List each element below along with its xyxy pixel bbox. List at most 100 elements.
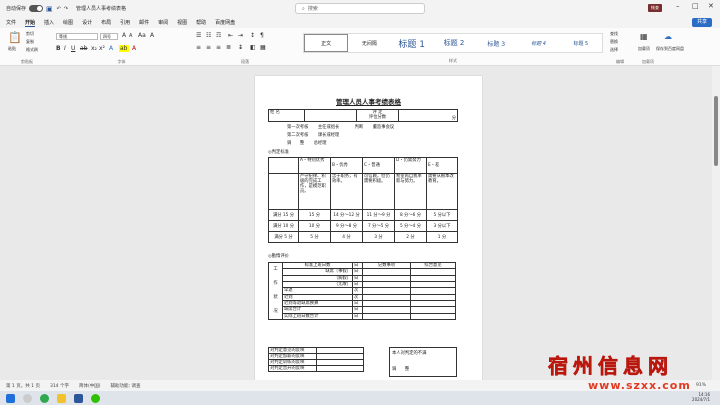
menu-draw[interactable]: 绘图 <box>63 19 73 26</box>
accessibility-status[interactable]: 辅助功能: 调查 <box>111 383 141 389</box>
feedback-value[interactable] <box>316 365 364 372</box>
borders-icon[interactable]: ▦ <box>260 44 266 51</box>
user-badge[interactable]: 帐查 <box>648 4 662 12</box>
shading-icon[interactable]: ◧ <box>250 44 256 51</box>
paste-label[interactable]: 粘贴 <box>8 46 16 52</box>
menu-home[interactable]: 开始 <box>25 19 36 27</box>
menu-layout[interactable]: 布局 <box>101 19 111 26</box>
work-heading: ◎勤惰评价 <box>268 254 289 259</box>
change-case-icon[interactable]: Aa <box>138 32 146 39</box>
subscript-icon[interactable]: x₂ <box>91 45 97 52</box>
score-cell: 5 分～4 分 <box>394 220 427 232</box>
system-clock[interactable]: 14:16 2024/7/1 <box>692 392 710 402</box>
paste-icon[interactable]: 📋 <box>8 31 22 44</box>
menu-mailings[interactable]: 邮件 <box>139 19 149 26</box>
header-table: 姓 名 评 定评位分数 分 <box>268 109 458 122</box>
cut-button[interactable]: 剪切 <box>26 31 34 37</box>
autosave-toggle[interactable] <box>29 5 44 12</box>
reviewer-2-a: 第二次考核 <box>287 133 309 138</box>
style-heading-4[interactable]: 标题 4 <box>517 34 559 52</box>
save-icon[interactable]: ▣ <box>46 5 53 13</box>
redo-icon[interactable]: ↷ <box>64 6 68 12</box>
style-heading-5[interactable]: 标题 5 <box>560 34 602 52</box>
italic-icon[interactable]: I <box>64 45 66 52</box>
style-no-spacing[interactable]: 无间隔 <box>348 34 390 52</box>
align-center-icon[interactable]: ≡ <box>206 44 211 51</box>
addins-icon[interactable]: ▦ <box>640 32 648 41</box>
show-marks-icon[interactable]: ¶ <box>260 32 264 39</box>
name-value-cell[interactable] <box>304 109 357 122</box>
line-spacing-icon[interactable]: ↨ <box>238 44 243 51</box>
explorer-icon[interactable] <box>57 393 66 403</box>
highlight-icon[interactable]: ab <box>119 45 129 52</box>
style-heading-3[interactable]: 标题 3 <box>475 34 517 52</box>
copy-button[interactable]: 复制 <box>26 39 34 45</box>
word-window: 自动保存 ▣ ↶ ↷ 管理人员人事考绩表格 ⌕ 搜索 帐查 – □ ✕ 文件 开… <box>0 0 720 405</box>
strikethrough-icon[interactable]: ab <box>80 45 88 52</box>
minimize-icon[interactable]: – <box>676 2 680 10</box>
sort-icon[interactable]: ↕ <box>250 32 255 39</box>
feedback-table: 对判定意见的反映 对判定加薪的反映 对判定训练的反映 对判定晋升的反映 <box>268 347 364 372</box>
menu-file[interactable]: 文件 <box>6 19 16 26</box>
align-left-icon[interactable]: ≡ <box>196 44 201 51</box>
font-name-select[interactable]: 等线 <box>56 33 98 40</box>
addins-group: ▦ 加载项 ☁ 保存到百度网盘 加载项 <box>636 28 696 66</box>
font-color-icon[interactable]: A <box>132 45 136 52</box>
menu-insert[interactable]: 插入 <box>44 19 54 26</box>
document-title[interactable]: 管理人员人事考绩表格 <box>76 5 126 12</box>
addins-button[interactable]: 加载项 <box>638 46 650 52</box>
increase-indent-icon[interactable]: ⇥ <box>238 32 243 39</box>
document-page[interactable]: 管理人员人事考绩表格 姓 名 评 定评位分数 分 第一次考核 主任或组长 判断 … <box>255 76 482 380</box>
font-size-select[interactable]: 四号 <box>100 33 118 40</box>
style-heading-2[interactable]: 标题 2 <box>433 34 475 52</box>
search-task-icon[interactable] <box>23 393 32 403</box>
superscript-icon[interactable]: x² <box>99 45 105 52</box>
menu-review[interactable]: 审阅 <box>158 19 168 26</box>
bold-icon[interactable]: B <box>56 45 61 52</box>
addins-group-label: 加载项 <box>642 59 654 64</box>
baidu-save-icon[interactable]: ☁ <box>664 32 672 41</box>
word-app-icon[interactable] <box>74 393 83 403</box>
work-row-opinion[interactable] <box>410 312 456 321</box>
baidu-save-button[interactable]: 保存到百度网盘 <box>656 46 692 51</box>
browser-icon[interactable] <box>40 393 49 403</box>
find-button[interactable]: 查找 <box>610 31 618 37</box>
maximize-icon[interactable]: □ <box>692 2 699 10</box>
decrease-indent-icon[interactable]: ⇤ <box>228 32 233 39</box>
format-painter-button[interactable]: 格式刷 <box>26 47 38 53</box>
align-right-icon[interactable]: ≡ <box>216 44 221 51</box>
menu-view[interactable]: 视图 <box>177 19 187 26</box>
page-count[interactable]: 第 1 页，共 1 页 <box>6 383 40 389</box>
grow-font-icon[interactable]: A <box>122 32 126 39</box>
menu-help[interactable]: 帮助 <box>196 19 206 26</box>
wechat-icon[interactable] <box>91 393 100 403</box>
justify-icon[interactable]: ≣ <box>226 44 231 51</box>
word-count[interactable]: 314 个字 <box>50 383 69 389</box>
select-button[interactable]: 选择 <box>610 47 618 53</box>
styles-gallery: 正文 无间隔 标题 1 标题 2 标题 3 标题 4 标题 5 <box>303 33 603 53</box>
undo-icon[interactable]: ↶ <box>57 6 61 12</box>
text-effects-icon[interactable]: A <box>109 45 113 52</box>
scrollbar-thumb[interactable] <box>714 96 718 166</box>
search-box[interactable]: ⌕ 搜索 <box>295 3 425 14</box>
clear-format-icon[interactable]: A <box>150 32 154 39</box>
close-icon[interactable]: ✕ <box>708 2 714 10</box>
share-button[interactable]: 共享 <box>691 18 712 27</box>
underline-icon[interactable]: U <box>71 45 75 52</box>
vertical-scrollbar[interactable] <box>712 66 720 380</box>
proofing-language[interactable]: 简体(中国) <box>79 383 101 389</box>
replace-button[interactable]: 替换 <box>610 39 618 45</box>
numbering-icon[interactable]: ☷ <box>206 32 211 39</box>
multilevel-list-icon[interactable]: ☶ <box>216 32 221 39</box>
menu-baidu[interactable]: 百度网盘 <box>215 19 235 26</box>
ribbon: 📋 粘贴 剪切 复制 格式刷 剪贴板 等线 四号 A A Aa A B I U … <box>0 28 720 66</box>
start-icon[interactable] <box>6 393 15 403</box>
reviewer-3-a: 调 整 <box>287 141 305 146</box>
menu-references[interactable]: 引用 <box>120 19 130 26</box>
bullets-icon[interactable]: ☰ <box>196 32 201 39</box>
style-normal[interactable]: 正文 <box>304 34 349 52</box>
style-heading-1[interactable]: 标题 1 <box>391 34 433 52</box>
work-row-notes[interactable] <box>362 312 411 321</box>
shrink-font-icon[interactable]: A <box>129 33 132 39</box>
menu-design[interactable]: 设计 <box>82 19 92 26</box>
